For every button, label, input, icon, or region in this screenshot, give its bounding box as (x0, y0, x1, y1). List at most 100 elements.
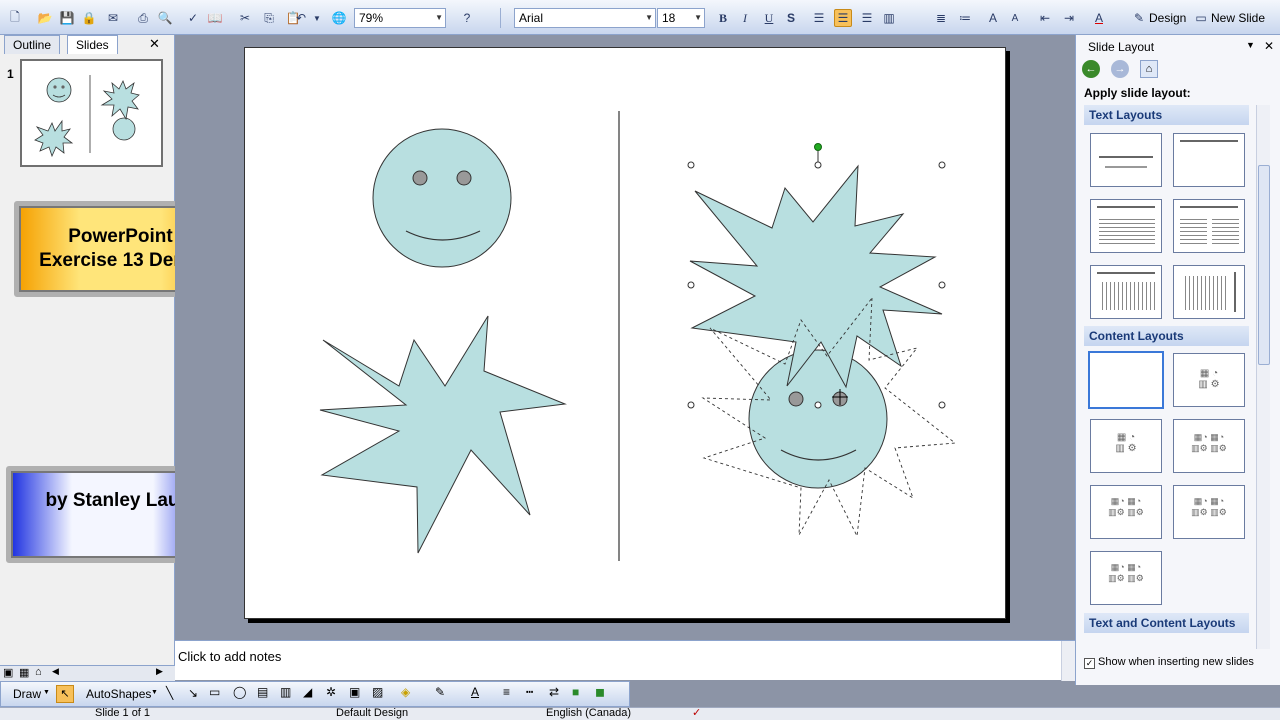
slide-thumbnail[interactable] (20, 59, 163, 167)
normal-view-icon[interactable]: ▣ (3, 666, 13, 679)
3d-style-icon[interactable]: ◼ (595, 685, 605, 699)
dash-style-icon[interactable]: ┅ (526, 685, 533, 699)
autoshapes-menu-button[interactable]: AutoShapes (86, 687, 151, 701)
layout-title-slide[interactable] (1090, 133, 1162, 187)
section-text-content-layouts: Text and Content Layouts (1084, 613, 1249, 633)
task-pane-menu-icon[interactable]: ▼ (1246, 40, 1255, 50)
slideshow-icon[interactable]: ⌂ (35, 666, 42, 678)
shadow-style-icon[interactable]: ■ (572, 685, 579, 699)
copy-icon[interactable]: ⎘ (260, 9, 278, 27)
align-center-icon[interactable]: ☰ (834, 9, 852, 27)
permission-icon[interactable]: 🔒 (80, 9, 98, 27)
cut-icon[interactable]: ✂ (236, 9, 254, 27)
new-slide-icon[interactable]: ▭ (1192, 9, 1210, 27)
align-left-icon[interactable]: ☰ (810, 9, 828, 27)
vertical-textbox-icon[interactable]: ▥ (280, 685, 291, 699)
layout-title-four-content[interactable]: ▦◔ ▦◔ ▥⚙ ▥⚙ (1090, 551, 1162, 605)
picture-icon[interactable]: ▨ (372, 685, 383, 699)
numbering-icon[interactable]: ≣ (932, 9, 950, 27)
select-objects-icon[interactable]: ↖ (56, 685, 74, 703)
zoom-select[interactable]: 79% ▼ (354, 8, 446, 28)
draw-menu-button[interactable]: Draw (13, 687, 41, 701)
home-icon[interactable]: ⌂ (1140, 60, 1158, 78)
diagram-icon[interactable]: ✲ (326, 685, 336, 699)
view-buttons: ▣ ▦ ⌂ ◀ ▶ (0, 665, 175, 681)
rotation-handle[interactable] (814, 143, 822, 151)
wordart-icon[interactable]: ◢ (303, 685, 312, 699)
decrease-font-icon[interactable]: A (1006, 9, 1024, 27)
task-pane-scrollbar[interactable] (1256, 105, 1270, 649)
layout-content[interactable]: ▦ ◔ ▥ ⚙ (1173, 353, 1245, 407)
insert-chart-icon[interactable]: 🌐 (330, 9, 348, 27)
line-style-icon[interactable]: ≡ (503, 685, 510, 699)
status-bar: Slide 1 of 1 Default Design English (Can… (0, 707, 1280, 720)
font-color-icon[interactable]: A (1090, 9, 1108, 27)
slide-canvas[interactable] (244, 47, 1006, 619)
bullets-icon[interactable]: ≔ (956, 9, 974, 27)
clipart-icon[interactable]: ▣ (349, 685, 360, 699)
open-icon[interactable]: 📂 (36, 9, 54, 27)
font-size-select[interactable]: 18 ▼ (657, 8, 705, 28)
layout-title-two-columns[interactable] (1173, 199, 1245, 253)
tab-slides[interactable]: Slides (67, 35, 118, 54)
smiley-face-shape[interactable] (372, 128, 512, 268)
chevron-down-icon: ▼ (151, 689, 158, 696)
notes-pane[interactable]: Click to add notes (175, 640, 1075, 681)
scroll-left-icon[interactable]: ◀ (52, 666, 59, 677)
tab-outline[interactable]: Outline (4, 35, 61, 54)
layout-title-two-content[interactable]: ▦◔ ▦◔ ▥⚙ ▥⚙ (1173, 419, 1245, 473)
design-button[interactable]: Design (1149, 11, 1186, 25)
help-icon[interactable]: ? (458, 9, 476, 27)
forward-icon[interactable]: → (1111, 60, 1129, 78)
slide-sorter-icon[interactable]: ▦ (19, 666, 29, 679)
shadow-button[interactable]: S (782, 9, 800, 27)
notes-placeholder[interactable]: Click to add notes (178, 649, 281, 664)
arrow-style-icon[interactable]: ⇄ (549, 685, 559, 699)
email-icon[interactable]: ✉ (104, 9, 122, 27)
close-icon[interactable]: ✕ (149, 36, 160, 52)
columns-icon[interactable]: ▥ (880, 9, 898, 27)
oval-icon[interactable]: ◯ (233, 685, 246, 699)
layout-title-content-3[interactable]: ▦◔ ▦◔ ▥⚙ ▥⚙ (1173, 485, 1245, 539)
fill-color-icon[interactable]: ◈ (401, 685, 410, 699)
layout-title-content[interactable]: ▦ ◔ ▥ ⚙ (1090, 419, 1162, 473)
decrease-indent-icon[interactable]: ⇤ (1036, 9, 1054, 27)
underline-button[interactable]: U (760, 9, 778, 27)
explosion-shape[interactable] (319, 315, 567, 554)
smiley-face-shape-2[interactable] (748, 349, 888, 489)
spelling-icon[interactable]: ✓ (184, 9, 202, 27)
layout-blank[interactable] (1088, 351, 1164, 409)
layout-title-text[interactable] (1090, 199, 1162, 253)
spelling-status-icon[interactable]: ✓ (692, 706, 701, 719)
font-color-icon[interactable]: A (471, 685, 479, 699)
research-icon[interactable]: 📖 (206, 9, 224, 27)
rectangle-icon[interactable]: ▭ (209, 685, 220, 699)
design-icon[interactable]: ✎ (1130, 9, 1148, 27)
textbox-icon[interactable]: ▤ (257, 685, 268, 699)
scroll-right-icon[interactable]: ▶ (156, 666, 163, 677)
bold-button[interactable]: B (714, 9, 732, 27)
font-name-select[interactable]: Arial ▼ (514, 8, 656, 28)
increase-font-icon[interactable]: A (984, 9, 1002, 27)
layout-vertical-title-text[interactable] (1173, 265, 1245, 319)
back-icon[interactable]: ← (1082, 60, 1100, 78)
undo-dropdown-icon[interactable]: ▼ (308, 9, 326, 27)
italic-button[interactable]: I (736, 9, 754, 27)
new-icon[interactable]: 🗋 (6, 9, 24, 27)
layout-title-content-2[interactable]: ▦◔ ▦◔ ▥⚙ ▥⚙ (1090, 485, 1162, 539)
print-preview-icon[interactable]: 🔍 (156, 9, 174, 27)
apply-layout-label: Apply slide layout: (1084, 86, 1191, 100)
print-icon[interactable]: ⎙ (134, 9, 152, 27)
line-color-icon[interactable]: ✎ (435, 685, 445, 699)
increase-indent-icon[interactable]: ⇥ (1060, 9, 1078, 27)
line-icon[interactable]: ╲ (166, 686, 173, 700)
align-right-icon[interactable]: ☰ (858, 9, 876, 27)
save-icon[interactable]: 💾 (58, 9, 76, 27)
close-icon[interactable]: ✕ (1264, 39, 1274, 53)
layout-title-vertical-text[interactable] (1090, 265, 1162, 319)
layout-title-only[interactable] (1173, 133, 1245, 187)
arrow-icon[interactable]: ↘ (188, 686, 198, 700)
notes-scrollbar[interactable] (1061, 641, 1075, 681)
show-when-inserting-checkbox[interactable]: ✓ (1084, 658, 1095, 669)
new-slide-button[interactable]: New Slide (1211, 11, 1265, 25)
